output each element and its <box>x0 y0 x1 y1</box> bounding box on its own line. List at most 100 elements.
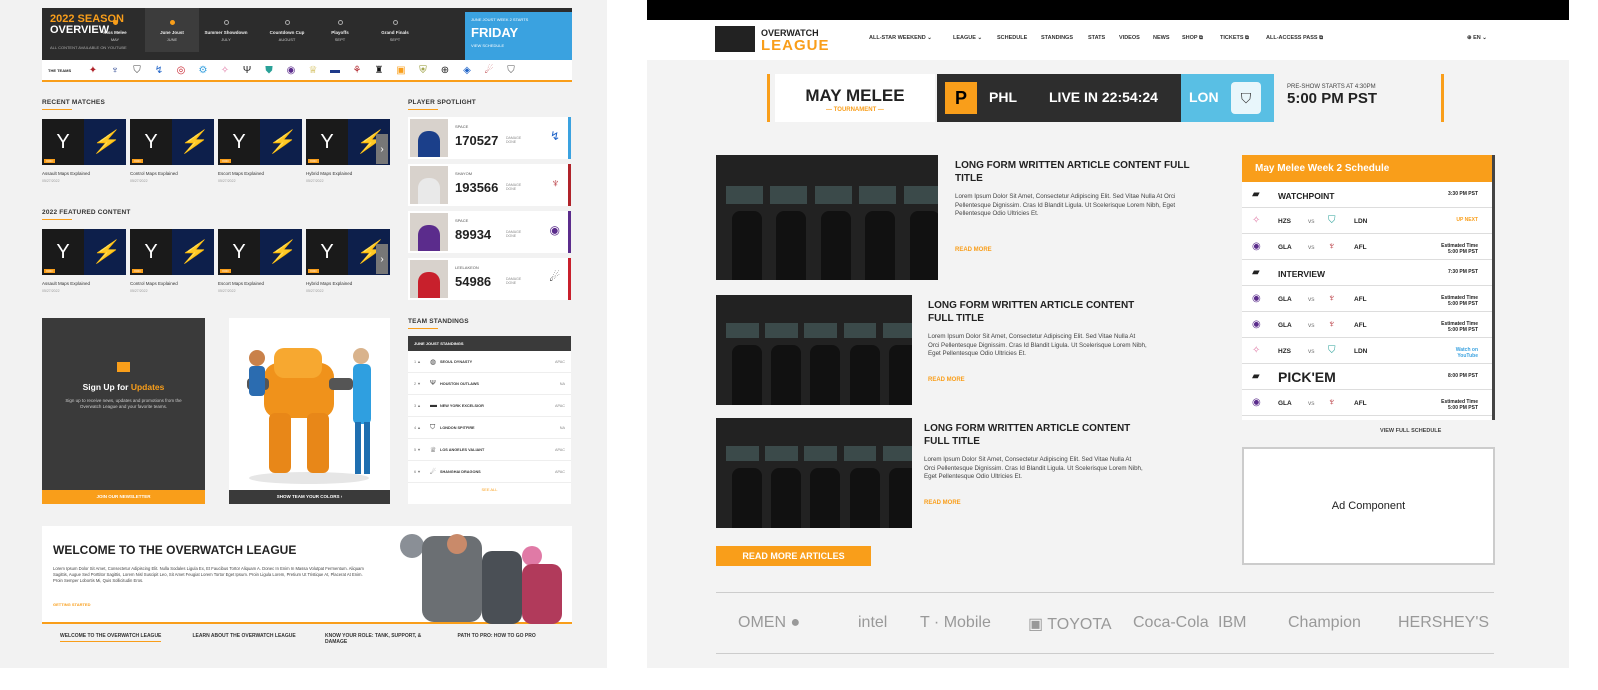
nav-item[interactable]: ALL-STAR WEEKEND ⌄ <box>869 35 932 41</box>
schedule-row[interactable]: ◉ GLA vs ♆ AFL Estimated Time 5:00 PM PST <box>1242 390 1492 416</box>
live-match[interactable]: P PHL LIVE IN 22:54:24 LON ⛉ <box>937 74 1274 122</box>
overwatch-league-logo[interactable]: OVERWATCH LEAGUE <box>715 26 855 54</box>
video-thumbnail[interactable]: Y ⚡ VOD <box>218 119 302 165</box>
team-logo-icon[interactable]: ▣ <box>390 65 412 76</box>
recent-next-arrow[interactable]: › <box>376 134 388 164</box>
language-selector[interactable]: ⊕ EN ⌄ <box>1467 35 1487 41</box>
season-step[interactable]: Countdown Cup AUGUST <box>260 16 314 42</box>
standings-row[interactable]: 6 ▼ ☄ SHANGHAI DRAGONS APAC <box>408 461 571 483</box>
team-logo-icon[interactable]: ⛉ <box>500 65 522 76</box>
schedule-row[interactable]: ◉ GLA vs ♆ AFL Estimated Time 5:00 PM PST <box>1242 312 1492 338</box>
team-logo-icon[interactable]: ↯ <box>148 65 170 76</box>
getting-started-link[interactable]: GETTING STARTED <box>53 602 90 607</box>
team-logo-icon[interactable]: ◎ <box>170 65 192 76</box>
team-logo-icon[interactable]: ⚙ <box>192 65 214 76</box>
sponsor-logo[interactable]: T · Mobile <box>920 614 991 632</box>
article-image[interactable] <box>716 418 912 528</box>
schedule-row[interactable]: ✧ HZS vs ⛉ LDN UP NEXT <box>1242 208 1492 234</box>
team-logo-icon[interactable]: ◈ <box>456 65 478 76</box>
read-more-link[interactable]: READ MORE <box>955 247 992 253</box>
team-logo-icon[interactable]: ♜ <box>368 65 390 76</box>
view-full-schedule-link[interactable]: VIEW FULL SCHEDULE <box>1380 428 1441 434</box>
team-logo-icon[interactable]: ♆ <box>104 65 126 76</box>
player-card[interactable]: LEELAKEON 54986 DAMAGE DONE ☄ <box>408 258 571 300</box>
video-caption[interactable]: Control Maps Explained 05/27/2022 <box>130 171 214 183</box>
welcome-link-4[interactable]: PATH TO PRO: HOW TO GO PRO <box>440 626 573 658</box>
video-thumbnail[interactable]: Y ⚡ VOD <box>130 229 214 275</box>
article-image[interactable] <box>716 155 938 280</box>
video-caption[interactable]: Control Maps Explained 05/27/2022 <box>130 281 214 293</box>
video-thumbnail[interactable]: Y ⚡ VOD <box>130 119 214 165</box>
schedule-row[interactable]: ▰ PICK'EM 8:00 PM PST <box>1242 364 1492 390</box>
standings-row[interactable]: 4 ▲ ⛉ LONDON SPITFIRE NA <box>408 417 571 439</box>
sponsor-logo[interactable]: HERSHEY'S <box>1398 614 1489 632</box>
nav-item[interactable]: VIDEOS <box>1119 35 1140 41</box>
article-title[interactable]: LONG FORM WRITTEN ARTICLE CONTENT FULL T… <box>928 299 1158 325</box>
team-logo-icon[interactable]: Ψ <box>236 65 258 76</box>
show-team-colors-button[interactable]: SHOW TEAM YOUR COLORS › <box>229 490 390 504</box>
schedule-row[interactable]: ▰ INTERVIEW 7:30 PM PST <box>1242 260 1492 286</box>
sponsor-logo[interactable]: intel <box>858 614 887 632</box>
player-card[interactable]: SPACE 170527 DAMAGE DONE ↯ <box>408 117 571 159</box>
season-step[interactable]: June Joust JUNE <box>145 8 199 52</box>
read-more-link[interactable]: READ MORE <box>928 377 965 383</box>
join-newsletter-button[interactable]: JOIN OUR NEWSLETTER <box>42 490 205 504</box>
nav-item[interactable]: NEWS <box>1153 35 1170 41</box>
next-week-box[interactable]: JUNE JOUST WEEK 2 STARTS FRIDAY VIEW SCH… <box>465 12 572 60</box>
sponsor-logo[interactable]: IBM <box>1218 614 1246 632</box>
team-logo-icon[interactable]: ⛉ <box>126 65 148 76</box>
team-logo-icon[interactable]: ◉ <box>280 65 302 76</box>
team-logo-icon[interactable]: ⚘ <box>346 65 368 76</box>
season-step[interactable]: Grand Finals SEPT <box>368 16 422 42</box>
team-logo-icon[interactable]: ☄ <box>478 65 500 76</box>
team-logo-icon[interactable]: ⊕ <box>434 65 456 76</box>
season-step[interactable]: Summer Showdown JULY <box>199 16 253 42</box>
video-thumbnail[interactable]: Y ⚡ VOD <box>42 229 126 275</box>
standings-row[interactable]: 3 ▲ ▬ NEW YORK EXCELSIOR APAC <box>408 395 571 417</box>
welcome-link-1[interactable]: WELCOME TO THE OVERWATCH LEAGUE <box>42 626 175 658</box>
sponsor-logo[interactable]: Coca-Cola <box>1133 614 1209 632</box>
featured-next-arrow[interactable]: › <box>376 244 388 274</box>
nav-item[interactable]: STANDINGS <box>1041 35 1073 41</box>
team-logo-icon[interactable]: ▬ <box>324 65 346 76</box>
article-title[interactable]: LONG FORM WRITTEN ARTICLE CONTENT FULL T… <box>955 159 1215 185</box>
video-caption[interactable]: Escort Maps Explained 05/27/2022 <box>218 171 302 183</box>
welcome-link-2[interactable]: LEARN ABOUT THE OVERWATCH LEAGUE <box>175 626 308 658</box>
see-all-link[interactable]: SEE ALL <box>408 487 571 492</box>
nav-item[interactable]: SHOP ⧉ <box>1182 35 1203 42</box>
team-logo-icon[interactable]: ♕ <box>302 65 324 76</box>
nav-item[interactable]: TICKETS ⧉ <box>1220 35 1249 42</box>
nav-item[interactable]: LEAGUE ⌄ <box>953 35 982 41</box>
video-caption[interactable]: Escort Maps Explained 05/27/2022 <box>218 281 302 293</box>
sponsor-logo[interactable]: Champion <box>1288 614 1361 632</box>
welcome-link-3[interactable]: KNOW YOUR ROLE: TANK, SUPPORT, & DAMAGE <box>307 626 440 658</box>
schedule-row[interactable]: ▰ WATCHPOINT 3:30 PM PST <box>1242 182 1492 208</box>
nav-item[interactable]: STATS <box>1088 35 1105 41</box>
team-logo-icon[interactable]: ⛨ <box>412 65 434 76</box>
sponsor-logo[interactable]: OMEN ● <box>738 614 800 632</box>
team-logo-icon[interactable]: ✦ <box>82 65 104 76</box>
team-logo-icon[interactable]: ⛊ <box>258 65 280 76</box>
sponsor-logo[interactable]: ▣ TOYOTA <box>1028 614 1112 634</box>
schedule-row[interactable]: ✧ HZS vs ⛉ LDN Watch on YouTube <box>1242 338 1492 364</box>
read-more-link[interactable]: READ MORE <box>924 500 961 506</box>
ad-component[interactable]: Ad Component <box>1242 447 1495 565</box>
player-card[interactable]: SPACE 89934 DAMAGE DONE ◉ <box>408 211 571 253</box>
season-step[interactable]: Playoffs SEPT <box>313 16 367 42</box>
standings-row[interactable]: 2 ▼ Ψ HOUSTON OUTLAWS NA <box>408 373 571 395</box>
video-caption[interactable]: Assault Maps Explained 05/27/2022 <box>42 171 126 183</box>
view-schedule-link[interactable]: VIEW SCHEDULE <box>471 43 566 48</box>
nav-item[interactable]: ALL-ACCESS PASS ⧉ <box>1266 35 1323 42</box>
season-step[interactable]: Kiss Melee MAY <box>88 16 142 42</box>
standings-row[interactable]: 5 ▼ ♕ LOS ANGELES VALIANT APAC <box>408 439 571 461</box>
schedule-row[interactable]: ◉ GLA vs ♆ AFL Estimated Time 5:00 PM PST <box>1242 286 1492 312</box>
player-card[interactable]: SHAYOM 193566 DAMAGE DONE ♆ <box>408 164 571 206</box>
video-caption[interactable]: Assault Maps Explained 05/27/2022 <box>42 281 126 293</box>
read-more-articles-button[interactable]: READ MORE ARTICLES <box>716 546 871 566</box>
video-caption[interactable]: Hybrid Maps Explained 05/27/2022 <box>306 171 390 183</box>
video-caption[interactable]: Hybrid Maps Explained 05/27/2022 <box>306 281 390 293</box>
standings-row[interactable]: 1 ▲ ◍ SEOUL DYNASTY APAC <box>408 351 571 373</box>
article-title[interactable]: LONG FORM WRITTEN ARTICLE CONTENT FULL T… <box>924 422 1154 448</box>
nav-item[interactable]: SCHEDULE <box>997 35 1027 41</box>
article-image[interactable] <box>716 295 912 405</box>
